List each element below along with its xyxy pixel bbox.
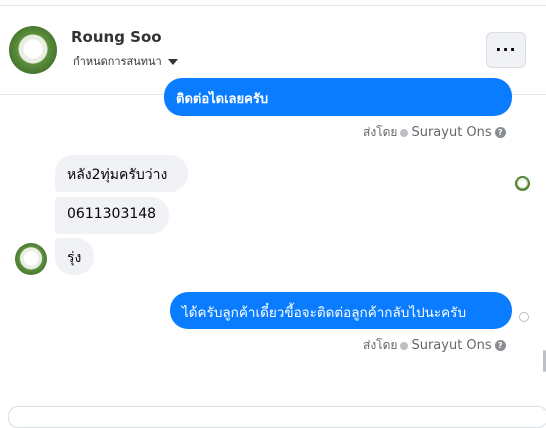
caret-down-icon	[167, 58, 178, 65]
message-incoming[interactable]: รุ่ง	[55, 238, 94, 275]
help-icon[interactable]: ?	[494, 127, 506, 138]
conversation-settings-label: กำหนดการสนทนา	[73, 55, 162, 68]
sender-name[interactable]: Surayut Ons	[411, 338, 491, 353]
message-text: 0611303148	[67, 206, 157, 222]
sender-name[interactable]: Surayut Ons	[411, 125, 491, 140]
help-icon[interactable]: ?	[494, 340, 506, 351]
more-dots-icon: ···	[495, 40, 517, 59]
message-text: หลัง2ทุ่มครับว่าง	[67, 167, 168, 183]
message-incoming[interactable]: หลัง2ทุ่มครับว่าง	[55, 155, 188, 192]
delivered-icon	[519, 312, 529, 322]
sent-by-line: ส่งโดย Surayut Ons ?	[363, 336, 506, 355]
more-options-button[interactable]: ···	[486, 32, 526, 68]
message-text: ได้ครับลูกค้าเดี๋ยวขี้อจะติดต่อลูกค้ากลั…	[182, 305, 467, 321]
message-text: ติดต่อไดเลยครับ	[176, 92, 269, 107]
contact-avatar-small[interactable]	[15, 243, 47, 275]
message-incoming[interactable]: 0611303148	[55, 197, 169, 234]
contact-avatar[interactable]	[9, 26, 57, 74]
sent-by-prefix: ส่งโดย	[363, 125, 398, 139]
conversation-settings[interactable]: กำหนดการสนทนา	[73, 52, 178, 70]
check-circle-icon	[400, 341, 409, 350]
message-outgoing[interactable]: ติดต่อไดเลยครับ	[164, 78, 512, 116]
sent-by-line: ส่งโดย Surayut Ons ?	[363, 123, 506, 142]
contact-name[interactable]: Roung Soo	[71, 28, 162, 46]
message-outgoing[interactable]: ได้ครับลูกค้าเดี๋ยวขี้อจะติดต่อลูกค้ากลั…	[170, 292, 512, 329]
seen-avatar-icon	[515, 176, 530, 191]
message-composer[interactable]	[8, 406, 546, 428]
message-text: รุ่ง	[67, 250, 82, 266]
check-circle-icon	[400, 128, 409, 137]
sent-by-prefix: ส่งโดย	[363, 338, 398, 352]
